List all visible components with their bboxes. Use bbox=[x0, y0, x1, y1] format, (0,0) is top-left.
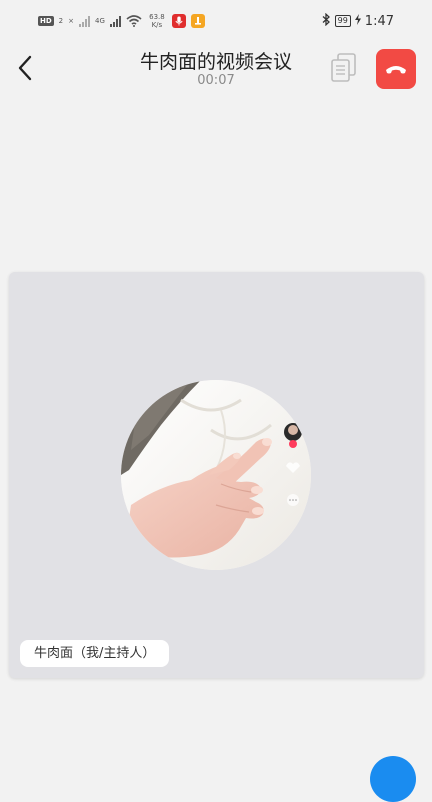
participant-video-tile[interactable]: 牛肉面（我/主持人） bbox=[9, 272, 424, 678]
status-bar: HD 2 × 4G 63.8 K/s 99 1:47 bbox=[0, 0, 432, 40]
meeting-header: 牛肉面的视频会议 00:07 bbox=[0, 40, 432, 96]
microphone-app-icon bbox=[171, 14, 186, 28]
hd-indicator: HD bbox=[38, 16, 54, 26]
charging-icon bbox=[354, 14, 361, 28]
clock: 1:47 bbox=[364, 13, 394, 29]
network-speed: 63.8 K/s bbox=[147, 13, 167, 29]
participant-avatar bbox=[121, 380, 311, 570]
back-button[interactable] bbox=[12, 52, 40, 84]
status-bar-left: HD 2 × 4G 63.8 K/s bbox=[38, 12, 205, 30]
speed-value: 63.8 bbox=[149, 13, 165, 21]
notification-app-icon bbox=[190, 14, 205, 28]
signal-bars-icon bbox=[109, 15, 121, 27]
no-signal-mark: × bbox=[68, 17, 75, 25]
bluetooth-icon bbox=[321, 12, 331, 29]
status-bar-right: 99 1:47 bbox=[321, 12, 394, 30]
phone-hangup-icon bbox=[386, 66, 406, 74]
network-type: 4G bbox=[95, 17, 105, 25]
avatar-hand-image bbox=[121, 380, 311, 570]
battery-level: 99 bbox=[334, 15, 351, 27]
participant-name-tag: 牛肉面（我/主持人） bbox=[20, 640, 170, 667]
signal-bars-icon bbox=[79, 15, 91, 27]
meeting-title: 牛肉面的视频会议 bbox=[139, 51, 292, 73]
speed-unit: K/s bbox=[151, 21, 163, 29]
wifi-icon bbox=[126, 15, 142, 27]
document-copy-icon bbox=[331, 53, 356, 82]
document-button[interactable] bbox=[329, 52, 359, 84]
hd-sub: 2 bbox=[58, 17, 64, 25]
meeting-timer: 00:07 bbox=[197, 73, 235, 88]
end-call-button[interactable] bbox=[376, 49, 416, 89]
floating-action-button[interactable] bbox=[370, 756, 416, 802]
chevron-left-icon bbox=[18, 55, 32, 81]
